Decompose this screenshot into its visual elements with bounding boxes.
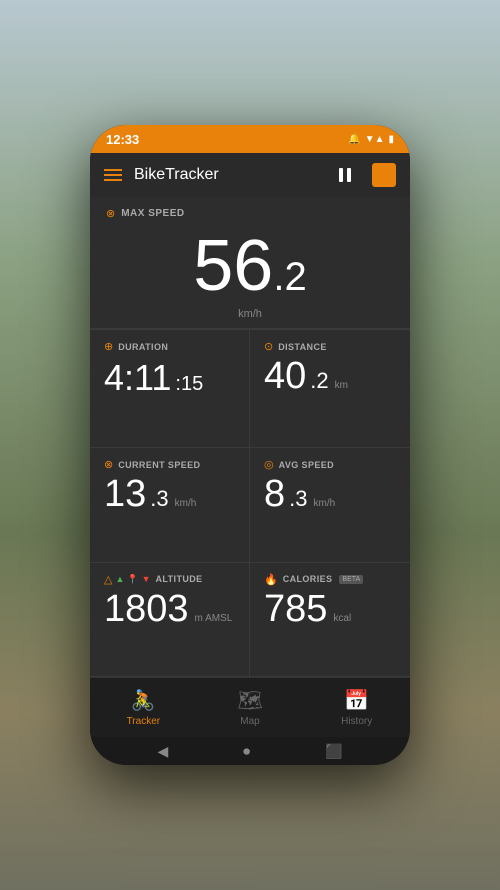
max-speed-display: 56.2 (106, 222, 394, 306)
duration-cell: ⊕ DURATION 4:11 :15 (90, 330, 250, 448)
avg-speed-integer: 8 (264, 475, 285, 513)
tracker-icon: 🚴 (131, 688, 156, 713)
calories-label: CALORIES (283, 574, 333, 584)
pause-button[interactable] (330, 160, 360, 190)
current-speed-integer: 13 (104, 475, 146, 513)
max-speed-integer: 56.2 (193, 226, 306, 306)
calories-label-row: 🔥 CALORIES BETA (264, 573, 396, 586)
distance-cell: ⊙ DISTANCE 40 .2 km (250, 330, 410, 448)
avg-speed-value: 8 .3 km/h (264, 475, 396, 513)
speed-icon: ⊗ (106, 207, 115, 220)
altitude-pin-icon: 📍 (127, 574, 138, 585)
calories-number: 785 (264, 590, 327, 628)
history-label: History (341, 716, 372, 727)
altitude-up-icon: ▲ (115, 574, 124, 584)
duration-label-row: ⊕ DURATION (104, 340, 235, 353)
wifi-icon: ▼▲ (365, 134, 385, 145)
avg-speed-unit: km/h (314, 498, 336, 509)
distance-value: 40 .2 km (264, 357, 396, 395)
max-speed-section: ⊗ MAX SPEED 56.2 km/h (90, 197, 410, 329)
main-content: ⊗ MAX SPEED 56.2 km/h ⊕ DURATION (90, 197, 410, 677)
max-speed-unit: km/h (106, 308, 394, 320)
status-icons: 🔔 ▼▲ ▮ (348, 134, 394, 145)
phone-frame: 12:33 🔔 ▼▲ ▮ BikeTracker (90, 125, 410, 765)
gesture-bar: ◀ ⏺ ⬛ (90, 737, 410, 765)
calories-cell: 🔥 CALORIES BETA 785 kcal (250, 563, 410, 677)
home-button[interactable]: ⏺ (243, 743, 250, 760)
current-speed-value: 13 .3 km/h (104, 475, 235, 513)
nav-tracker[interactable]: 🚴 Tracker (90, 678, 197, 737)
battery-icon: ▮ (388, 134, 394, 145)
altitude-label-row: △ ▲ 📍 ▼ ALTITUDE (104, 573, 235, 586)
distance-icon: ⊙ (264, 340, 273, 353)
current-speed-unit: km/h (175, 498, 197, 509)
altitude-cell: △ ▲ 📍 ▼ ALTITUDE 1803 m AMSL (90, 563, 250, 677)
stop-button[interactable] (372, 163, 396, 187)
stats-grid: ⊕ DURATION 4:11 :15 ⊙ DISTANCE 40 (90, 329, 410, 677)
current-speed-label: CURRENT SPEED (118, 460, 200, 470)
status-bar: 12:33 🔔 ▼▲ ▮ (90, 125, 410, 153)
history-icon: 📅 (344, 688, 369, 713)
bottom-nav: 🚴 Tracker 🗺 Map 📅 History (90, 677, 410, 737)
current-speed-icon: ⊗ (104, 458, 113, 471)
duration-value: 4:11 :15 (104, 357, 235, 399)
duration-label: DURATION (118, 342, 168, 352)
distance-decimal: .2 (310, 368, 328, 394)
current-speed-label-row: ⊗ CURRENT SPEED (104, 458, 235, 471)
altitude-label: ALTITUDE (156, 574, 203, 584)
back-button[interactable]: ◀ (157, 743, 168, 760)
calories-icon: 🔥 (264, 573, 278, 586)
duration-icon: ⊕ (104, 340, 113, 353)
avg-speed-cell: ◎ AVG SPEED 8 .3 km/h (250, 448, 410, 562)
current-speed-cell: ⊗ CURRENT SPEED 13 .3 km/h (90, 448, 250, 562)
avg-speed-icon: ◎ (264, 458, 274, 471)
map-icon: 🗺 (237, 688, 262, 713)
avg-speed-decimal: .3 (289, 486, 307, 512)
altitude-number: 1803 (104, 590, 189, 628)
distance-label: DISTANCE (278, 342, 327, 352)
distance-integer: 40 (264, 357, 306, 395)
status-time: 12:33 (106, 132, 139, 147)
duration-hm: 4:11 (104, 357, 171, 399)
app-title: BikeTracker (134, 166, 318, 184)
map-label: Map (240, 716, 259, 727)
recents-button[interactable]: ⬛ (325, 743, 342, 760)
notification-icon: 🔔 (348, 134, 360, 145)
app-header: BikeTracker (90, 153, 410, 197)
nav-map[interactable]: 🗺 Map (197, 678, 304, 737)
altitude-unit: m AMSL (195, 613, 233, 624)
altitude-value: 1803 m AMSL (104, 590, 235, 628)
nav-history[interactable]: 📅 History (303, 678, 410, 737)
altitude-down-icon: ▼ (142, 574, 151, 584)
altitude-icons: △ ▲ 📍 ▼ (104, 573, 151, 586)
tracker-label: Tracker (127, 716, 161, 727)
max-speed-label: MAX SPEED (121, 208, 184, 219)
max-speed-label-row: ⊗ MAX SPEED (106, 207, 394, 220)
distance-unit: km (335, 380, 348, 391)
calories-value: 785 kcal (264, 590, 396, 628)
calories-unit: kcal (333, 613, 351, 624)
beta-badge: BETA (339, 575, 363, 584)
menu-icon[interactable] (104, 169, 122, 181)
duration-s: :15 (175, 373, 203, 396)
distance-label-row: ⊙ DISTANCE (264, 340, 396, 353)
avg-speed-label-row: ◎ AVG SPEED (264, 458, 396, 471)
avg-speed-label: AVG SPEED (279, 460, 334, 470)
current-speed-decimal: .3 (150, 486, 168, 512)
altitude-icon: △ (104, 573, 112, 586)
